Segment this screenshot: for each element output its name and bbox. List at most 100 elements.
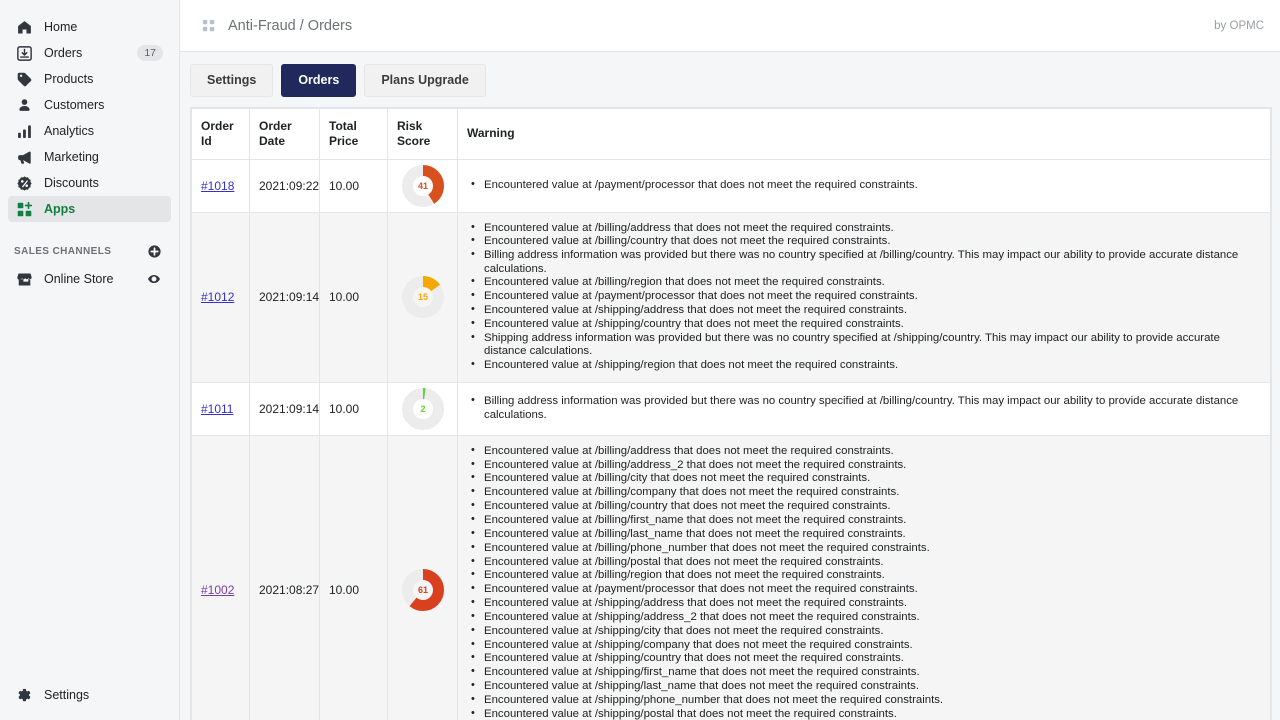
- column-header-order-date: Order Date: [249, 107, 320, 160]
- sidebar-item-label: Apps: [44, 201, 76, 216]
- order-id-link[interactable]: #1011: [201, 402, 233, 416]
- warning-list: Billing address information was provided…: [467, 394, 1261, 422]
- cell-warning: Encountered value at /billing/address th…: [457, 211, 1271, 383]
- cell-order-date: 2021:08:27: [249, 434, 320, 720]
- order-id-link[interactable]: #1002: [201, 583, 234, 597]
- warning-item: Encountered value at /shipping/city that…: [467, 624, 1261, 638]
- tab-orders[interactable]: Orders: [281, 64, 357, 97]
- sidebar-channel-label: Online Store: [44, 271, 114, 286]
- warning-item: Billing address information was provided…: [467, 394, 1261, 422]
- tab-settings[interactable]: Settings: [190, 64, 274, 97]
- sidebar-item-label: Customers: [44, 97, 105, 112]
- topbar: Anti-Fraud / Orders by OPMC: [180, 0, 1280, 52]
- apps-icon: [14, 199, 34, 219]
- warning-item: Encountered value at /billing/address th…: [467, 444, 1261, 458]
- breadcrumb: Anti-Fraud / Orders: [228, 18, 352, 34]
- tab-bar: Settings Orders Plans Upgrade: [190, 64, 1270, 97]
- risk-score-donut: 15: [392, 275, 453, 319]
- warning-item: Encountered value at /billing/phone_numb…: [467, 541, 1261, 555]
- sidebar-item-marketing[interactable]: Marketing: [8, 144, 171, 170]
- column-header-line: Order: [201, 118, 234, 133]
- marketing-icon: [14, 147, 34, 167]
- column-header-warning: Warning: [457, 107, 1271, 160]
- attribution-label: by OPMC: [1214, 19, 1264, 32]
- table-header: Order Id Order Date Total Price Risk Score Warni…: [191, 107, 1271, 160]
- order-id-link[interactable]: #1012: [201, 290, 234, 304]
- app-root: Home Orders 17 Products Customers Analytics Ma…: [0, 0, 1280, 720]
- warning-item: Encountered value at /shipping/address_2…: [467, 610, 1261, 624]
- warning-item: Encountered value at /shipping/address t…: [467, 303, 1261, 317]
- plus-circle-icon[interactable]: [145, 242, 163, 260]
- sidebar-channel-online-store[interactable]: Online Store: [8, 266, 171, 292]
- sidebar-item-label: Analytics: [44, 123, 95, 138]
- cell-order-date: 2021:09:14: [249, 381, 320, 436]
- customers-icon: [14, 95, 34, 115]
- cell-order-date: 2021:09:22: [249, 158, 320, 213]
- cell-order-id: #1012: [191, 211, 250, 383]
- table-header-row: Order Id Order Date Total Price Risk Score Warni…: [191, 107, 1271, 160]
- products-icon: [14, 69, 34, 89]
- sidebar-item-label: Settings: [44, 687, 90, 702]
- column-header-total-price: Total Price: [319, 107, 388, 160]
- warning-item: Encountered value at /shipping/first_nam…: [467, 665, 1261, 679]
- column-header-line: Risk: [397, 118, 423, 133]
- cell-warning: Billing address information was provided…: [457, 381, 1271, 436]
- main-area: Anti-Fraud / Orders by OPMC Settings Orde…: [180, 0, 1280, 720]
- warning-item: Encountered value at /shipping/region th…: [467, 358, 1261, 372]
- column-header-line: Score: [397, 133, 431, 148]
- column-header-line: Order: [259, 118, 292, 133]
- sidebar-item-label: Marketing: [44, 149, 99, 164]
- warning-item: Billing address information was provided…: [467, 248, 1261, 276]
- column-header-line: Price: [329, 133, 359, 148]
- warning-item: Encountered value at /billing/city that …: [467, 471, 1261, 485]
- warning-item: Encountered value at /payment/processor …: [467, 582, 1261, 596]
- sidebar-item-home[interactable]: Home: [8, 14, 171, 40]
- tab-plans-upgrade[interactable]: Plans Upgrade: [364, 64, 486, 97]
- cell-risk-score: 2: [387, 381, 458, 436]
- breadcrumb-separator: /: [299, 17, 304, 34]
- warning-item: Encountered value at /billing/first_name…: [467, 513, 1261, 527]
- order-id-link[interactable]: #1018: [201, 179, 234, 193]
- discounts-icon: [14, 173, 34, 193]
- warning-item: Encountered value at /billing/company th…: [467, 485, 1261, 499]
- column-header-order-id: Order Id: [191, 107, 250, 160]
- warning-item: Encountered value at /billing/address th…: [467, 220, 1261, 235]
- sidebar-item-products[interactable]: Products: [8, 66, 171, 92]
- cell-warning: Encountered value at /billing/address th…: [457, 434, 1271, 720]
- risk-score-donut: 41: [392, 164, 453, 208]
- sidebar-item-label: Home: [44, 19, 78, 34]
- warning-item: Encountered value at /billing/address_2 …: [467, 458, 1261, 472]
- sidebar-item-analytics[interactable]: Analytics: [8, 118, 171, 144]
- column-header-risk-score: Risk Score: [387, 107, 458, 160]
- sidebar-item-apps[interactable]: Apps: [8, 196, 171, 222]
- table-row: #1002 2021:08:2710.00 61 Encountered value …: [191, 434, 1271, 720]
- breadcrumb-app[interactable]: Anti-Fraud: [228, 18, 296, 34]
- column-header-line: Warning: [467, 126, 515, 140]
- breadcrumb-page: Orders: [307, 17, 353, 34]
- sidebar-item-discounts[interactable]: Discounts: [8, 170, 171, 196]
- sidebar-item-orders[interactable]: Orders 17: [8, 40, 171, 66]
- gear-icon: [14, 685, 34, 705]
- store-icon: [14, 269, 34, 289]
- warning-item: Encountered value at /payment/processor …: [467, 178, 1261, 192]
- sidebar-item-settings[interactable]: Settings: [8, 682, 171, 708]
- sales-channels-label: SALES CHANNELS: [14, 245, 112, 257]
- orders-table-container: Order Id Order Date Total Price Risk Score Warni…: [190, 106, 1272, 720]
- svg-text:2: 2: [420, 404, 425, 414]
- home-icon: [14, 17, 34, 37]
- cell-total-price: 10.00: [319, 434, 388, 720]
- table-row: #1018 2021:09:2210.00 41 Encountered value …: [191, 158, 1271, 213]
- column-header-line: Id: [201, 133, 212, 148]
- sidebar: Home Orders 17 Products Customers Analytics Ma…: [0, 0, 180, 720]
- sales-channels-list: Online Store: [0, 266, 179, 292]
- sidebar-item-customers[interactable]: Customers: [8, 92, 171, 118]
- orders-table: Order Id Order Date Total Price Risk Score Warni…: [191, 107, 1271, 720]
- analytics-icon: [14, 121, 34, 141]
- warning-list: Encountered value at /payment/processor …: [467, 178, 1261, 192]
- warning-item: Encountered value at /billing/country th…: [467, 499, 1261, 513]
- warning-item: Encountered value at /billing/region tha…: [467, 568, 1261, 582]
- warning-item: Encountered value at /billing/postal tha…: [467, 555, 1261, 569]
- eye-icon[interactable]: [145, 270, 163, 288]
- cell-total-price: 10.00: [319, 158, 388, 213]
- warning-item: Encountered value at /billing/region tha…: [467, 275, 1261, 289]
